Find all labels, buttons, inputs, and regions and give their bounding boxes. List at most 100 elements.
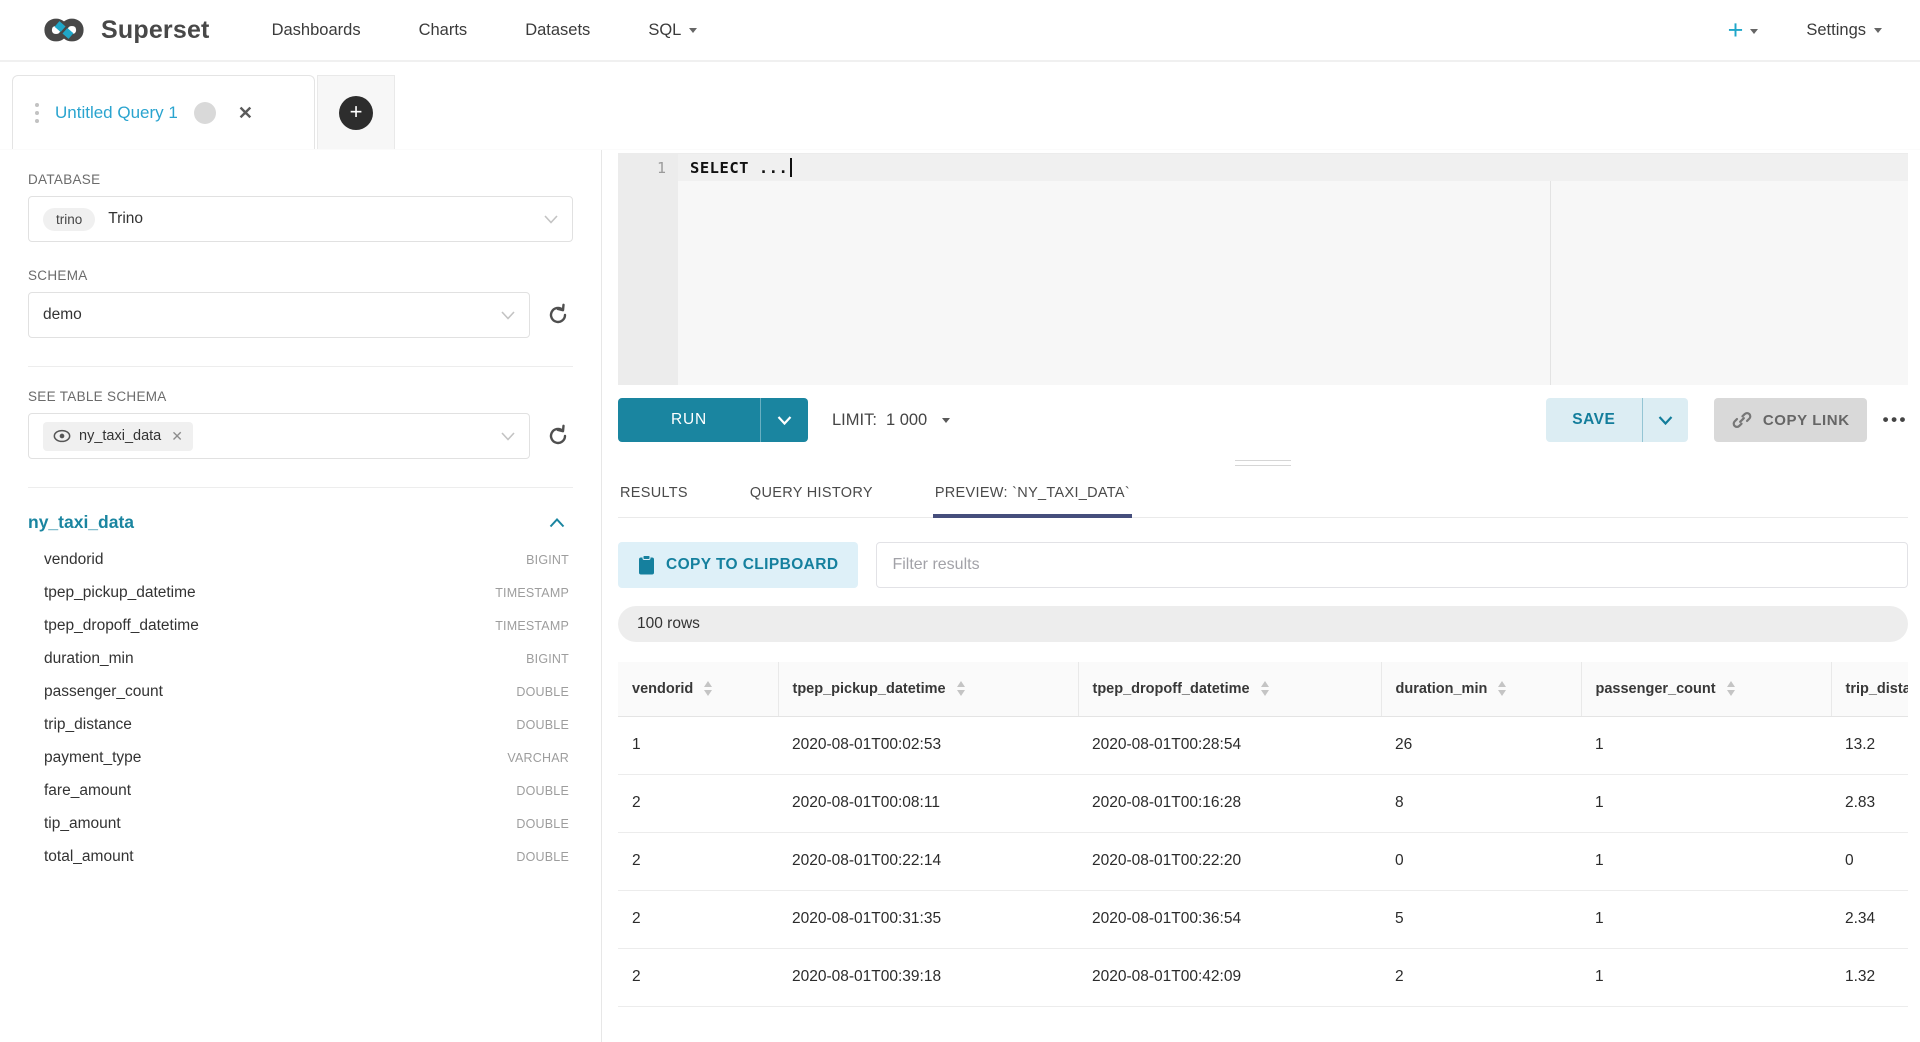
nav-dashboards[interactable]: Dashboards: [272, 21, 361, 40]
sidebar-divider: [28, 366, 573, 367]
copy-to-clipboard-button[interactable]: COPY TO CLIPBOARD: [618, 542, 858, 588]
column-row: fare_amount DOUBLE: [28, 774, 573, 807]
save-options-button[interactable]: [1642, 398, 1688, 442]
editor-pane: SELECT ... 1 RUN LIMIT: 1 000: [602, 150, 1920, 1042]
column-row: duration_min BIGINT: [28, 642, 573, 675]
chevron-down-icon: [1658, 416, 1673, 425]
table-schema-header: ny_taxi_data: [28, 512, 573, 533]
more-actions-button[interactable]: •••: [1883, 410, 1908, 430]
cell-dropoff: 2020-08-01T00:16:28: [1078, 774, 1381, 832]
table-row: 1 2020-08-01T00:02:53 2020-08-01T00:28:5…: [618, 716, 1908, 774]
cell-vendorid: 2: [618, 774, 778, 832]
refresh-schema-button[interactable]: [543, 300, 573, 330]
table-row: 2 2020-08-01T00:39:18 2020-08-01T00:42:0…: [618, 948, 1908, 1006]
column-row: vendorid BIGINT: [28, 543, 573, 576]
chevron-down-icon: [1750, 29, 1758, 34]
nav-datasets[interactable]: Datasets: [525, 21, 590, 40]
clipboard-icon: [638, 555, 655, 575]
column-name: tpep_dropoff_datetime: [44, 617, 199, 635]
brand-name: Superset: [101, 16, 210, 45]
column-name: tip_amount: [44, 815, 121, 833]
query-tab[interactable]: Untitled Query 1 ✕: [12, 75, 315, 149]
cell-dropoff: 2020-08-01T00:42:09: [1078, 948, 1381, 1006]
results-column-header[interactable]: passenger_count: [1581, 662, 1831, 716]
query-tabstrip: Untitled Query 1 ✕ +: [0, 62, 1920, 150]
table-select[interactable]: ny_taxi_data ✕: [28, 413, 530, 459]
cell-passengers: 1: [1581, 832, 1831, 890]
copy-link-button[interactable]: COPY LINK: [1714, 398, 1867, 442]
close-tab-icon[interactable]: ✕: [238, 104, 253, 122]
column-type: DOUBLE: [516, 718, 569, 732]
chevron-down-icon: [501, 311, 515, 320]
sql-editor[interactable]: SELECT ... 1: [618, 153, 1908, 385]
chevron-down-icon: [942, 418, 950, 423]
pane-splitter[interactable]: [618, 455, 1908, 471]
results-column-header[interactable]: duration_min: [1381, 662, 1581, 716]
column-type: DOUBLE: [516, 784, 569, 798]
column-row: trip_distance DOUBLE: [28, 708, 573, 741]
limit-dropdown[interactable]: LIMIT: 1 000: [832, 411, 950, 430]
main-nav: Dashboards Charts Datasets SQL: [272, 21, 698, 40]
limit-value: 1 000: [886, 411, 927, 430]
query-tab-label: Untitled Query 1: [55, 103, 178, 123]
cell-pickup: 2020-08-01T00:08:11: [778, 774, 1078, 832]
column-header-label: tpep_pickup_datetime: [793, 681, 946, 697]
run-split-button: RUN: [618, 398, 808, 442]
nav-sql[interactable]: SQL: [648, 21, 697, 40]
table-row: 2 2020-08-01T00:22:14 2020-08-01T00:22:2…: [618, 832, 1908, 890]
sort-icon: [1261, 681, 1269, 696]
sort-icon: [1727, 681, 1735, 696]
database-backend-pill: trino: [43, 208, 95, 231]
table-row: 2 2020-08-01T00:08:11 2020-08-01T00:16:2…: [618, 774, 1908, 832]
column-type: BIGINT: [526, 652, 569, 666]
results-column-header[interactable]: tpep_pickup_datetime: [778, 662, 1078, 716]
column-name: fare_amount: [44, 782, 131, 800]
limit-label: LIMIT:: [832, 411, 877, 430]
save-button[interactable]: SAVE: [1546, 398, 1642, 442]
new-item-button[interactable]: +: [1728, 17, 1759, 44]
column-row: passenger_count DOUBLE: [28, 675, 573, 708]
settings-menu[interactable]: Settings: [1806, 21, 1882, 40]
column-row: payment_type VARCHAR: [28, 741, 573, 774]
cell-dropoff: 2020-08-01T00:36:54: [1078, 890, 1381, 948]
results-table: vendorid tpep_pickup_datetime: [618, 662, 1908, 1007]
results-body: 1 2020-08-01T00:02:53 2020-08-01T00:28:5…: [618, 716, 1908, 1006]
database-select[interactable]: trino Trino: [28, 196, 573, 242]
eye-icon: [53, 429, 71, 443]
selected-table-name: ny_taxi_data: [79, 428, 161, 444]
column-type: TIMESTAMP: [495, 586, 569, 600]
plus-icon: +: [339, 96, 373, 130]
run-options-button[interactable]: [760, 398, 808, 442]
sort-icon: [704, 681, 712, 696]
run-button[interactable]: RUN: [618, 398, 760, 442]
superset-logo[interactable]: Superset: [36, 13, 210, 47]
schema-select[interactable]: demo: [28, 292, 530, 338]
editor-toolbar: RUN LIMIT: 1 000 SAVE: [618, 385, 1908, 455]
sort-icon: [957, 681, 965, 696]
tab-preview[interactable]: PREVIEW: `NY_TAXI_DATA`: [933, 473, 1132, 517]
cell-vendorid: 2: [618, 890, 778, 948]
tab-query-history[interactable]: QUERY HISTORY: [748, 473, 875, 517]
chevron-down-icon: [1874, 28, 1882, 33]
column-type: DOUBLE: [516, 850, 569, 864]
cell-pickup: 2020-08-01T00:02:53: [778, 716, 1078, 774]
cell-pickup: 2020-08-01T00:22:14: [778, 832, 1078, 890]
results-column-header[interactable]: trip_distance: [1831, 662, 1908, 716]
results-controls: COPY TO CLIPBOARD: [618, 542, 1908, 588]
new-query-tab-button[interactable]: +: [317, 75, 395, 149]
remove-table-icon[interactable]: ✕: [171, 428, 183, 445]
nav-charts[interactable]: Charts: [419, 21, 468, 40]
line-number: 1: [618, 154, 678, 181]
filter-results-input[interactable]: [876, 542, 1908, 588]
collapse-table-button[interactable]: [549, 518, 565, 528]
nav-sql-label: SQL: [648, 21, 681, 40]
refresh-tables-button[interactable]: [543, 421, 573, 451]
results-column-header[interactable]: tpep_dropoff_datetime: [1078, 662, 1381, 716]
column-row: total_amount DOUBLE: [28, 840, 573, 873]
drag-handle-icon[interactable]: [35, 103, 39, 123]
cell-passengers: 1: [1581, 774, 1831, 832]
sql-lab-sidebar: DATABASE trino Trino SCHEMA demo: [0, 150, 602, 1042]
editor-gutter: [618, 154, 678, 385]
results-column-header[interactable]: vendorid: [618, 662, 778, 716]
tab-results[interactable]: RESULTS: [618, 473, 690, 517]
